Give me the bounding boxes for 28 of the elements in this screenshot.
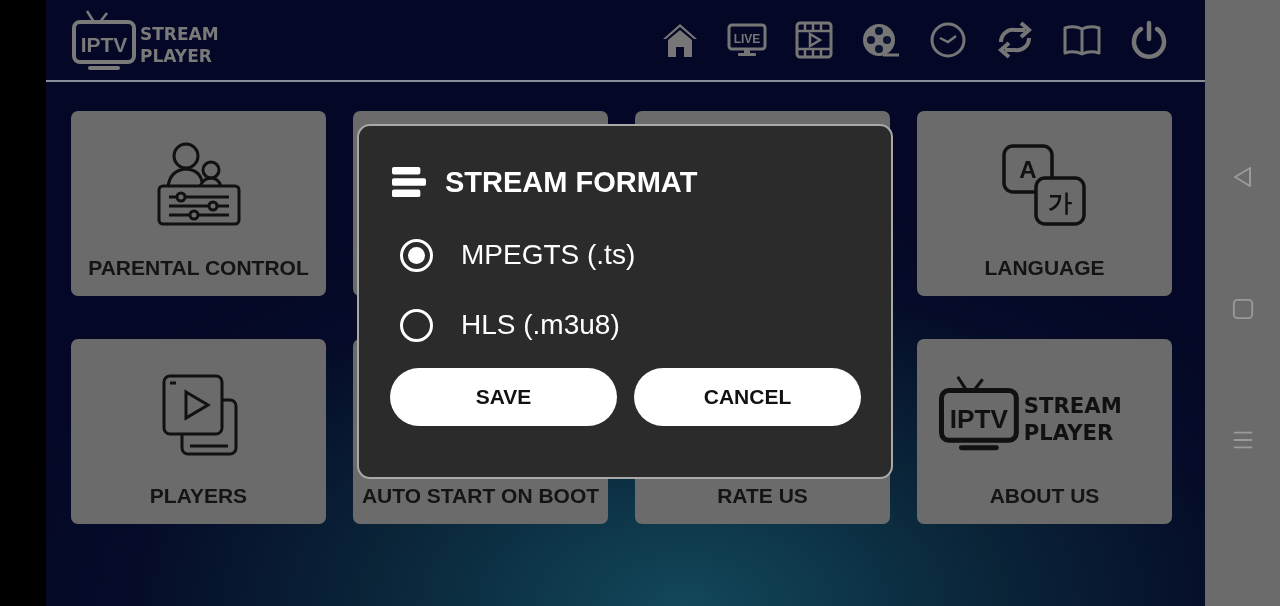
video-icon[interactable] bbox=[794, 20, 834, 60]
logo-text: IPTV bbox=[949, 404, 1008, 435]
list-icon bbox=[390, 165, 428, 199]
tile-label: RATE US bbox=[717, 484, 808, 509]
logo-text: PLAYER bbox=[1023, 420, 1113, 446]
radio-option[interactable]: HLS (.m3u8) bbox=[390, 302, 861, 348]
tile-label: AUTO START ON BOOT bbox=[361, 484, 600, 509]
power-icon[interactable] bbox=[1129, 20, 1169, 60]
menu-tile[interactable]: PLAYERS bbox=[71, 339, 326, 524]
radio-button[interactable] bbox=[400, 238, 433, 272]
tile-label: PLAYERS bbox=[149, 484, 248, 509]
dialog-button[interactable]: CANCEL bbox=[634, 368, 861, 426]
radio-option[interactable]: MPEGTS (.ts) bbox=[390, 232, 861, 278]
logo-text: IPTV bbox=[80, 33, 128, 56]
tile-label: PARENTAL CONTROL bbox=[88, 256, 309, 281]
dialog-button[interactable]: SAVE bbox=[390, 368, 617, 426]
clock-icon[interactable] bbox=[928, 20, 968, 60]
tv-icon bbox=[938, 375, 1019, 451]
dialog-title: STREAM FORMAT bbox=[445, 165, 698, 199]
menu-tile[interactable]: A 가 LANGUAGE bbox=[917, 111, 1172, 296]
tv-icon bbox=[72, 9, 136, 70]
tile-label: LANGUAGE bbox=[984, 256, 1105, 281]
radio-button[interactable] bbox=[400, 308, 433, 342]
tile-label: ABOUT US bbox=[989, 484, 1100, 509]
logo-text: STREAM bbox=[140, 24, 219, 44]
logo-text: STREAM bbox=[1023, 393, 1122, 419]
logo-text: PLAYER bbox=[140, 46, 212, 66]
menu-tile[interactable]: PARENTAL CONTROL bbox=[71, 111, 326, 296]
